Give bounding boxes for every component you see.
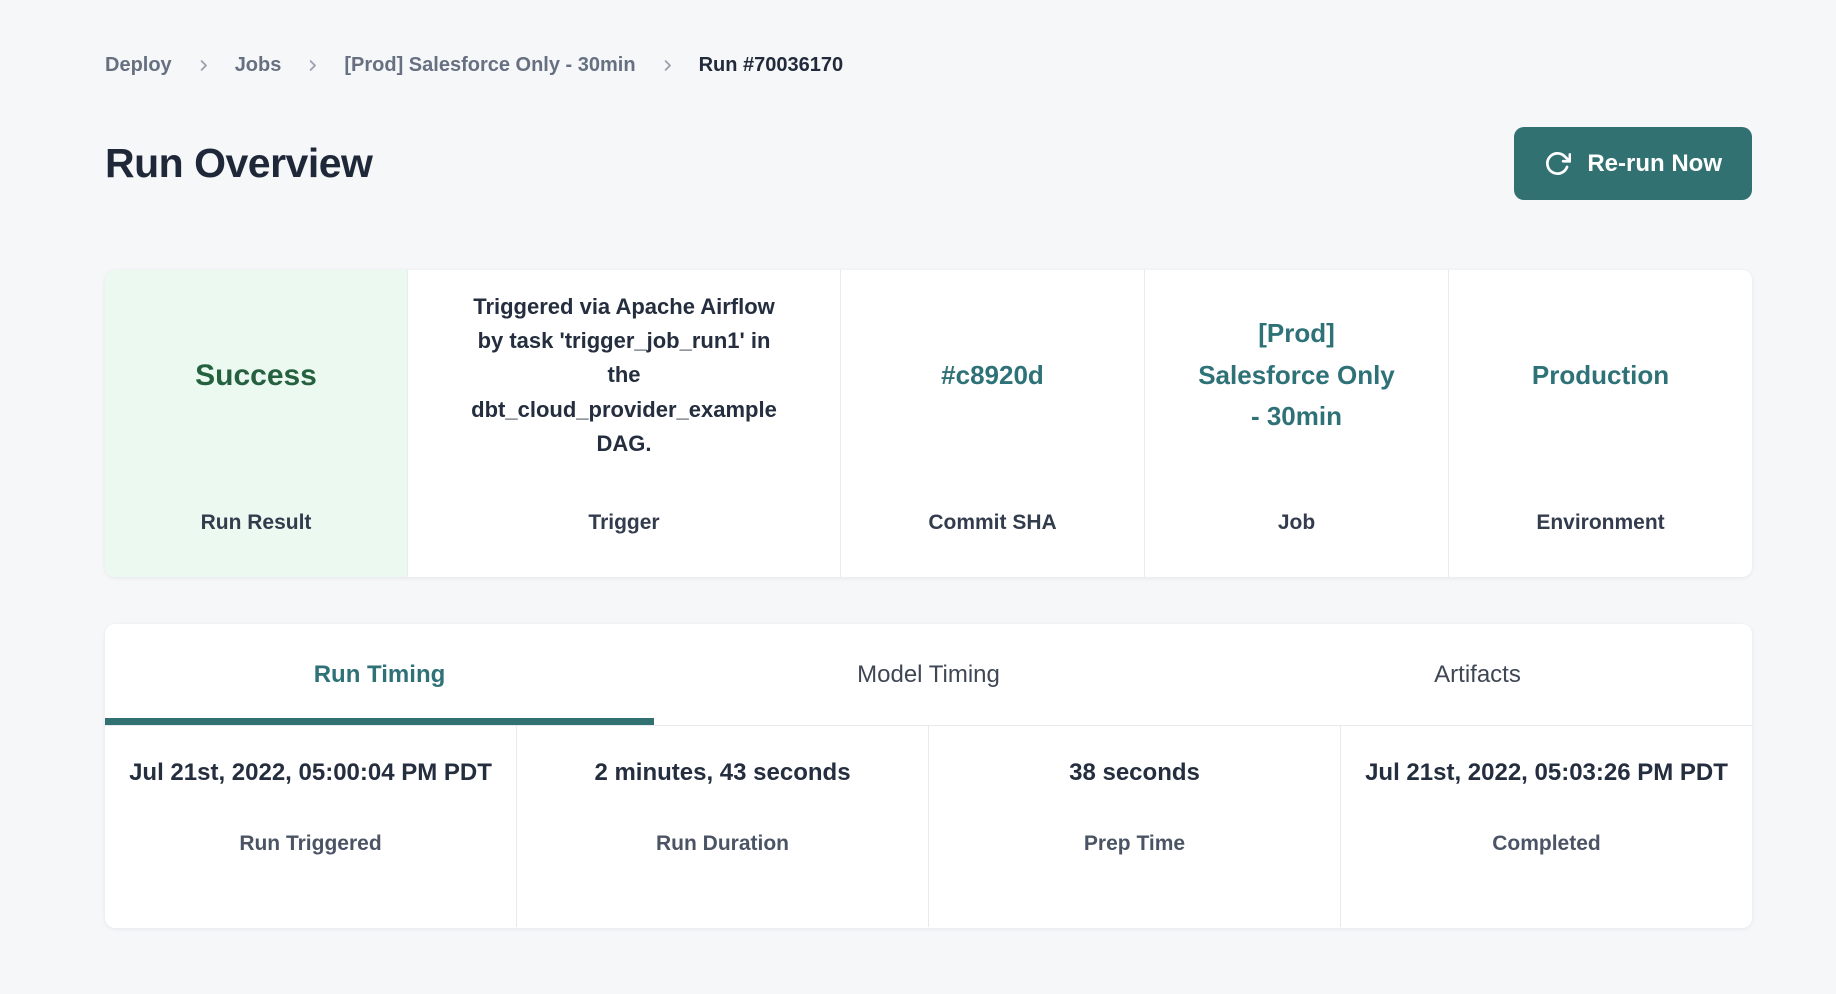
run-result-cell: Success Run Result: [105, 270, 408, 577]
chevron-right-icon: [196, 58, 211, 73]
trigger-cell: Triggered via Apache Airflow by task 'tr…: [408, 270, 841, 577]
run-overview-card: Success Run Result Triggered via Apache …: [105, 270, 1752, 577]
run-result-label: Run Result: [105, 511, 407, 535]
run-triggered-label: Run Triggered: [105, 832, 516, 856]
tab-model-timing[interactable]: Model Timing: [654, 624, 1203, 725]
run-duration-value: 2 minutes, 43 seconds: [517, 756, 928, 828]
job-cell: [Prod] Salesforce Only - 30min Job: [1145, 270, 1449, 577]
active-tab-underline: [105, 718, 654, 725]
run-duration-label: Run Duration: [517, 832, 928, 856]
page-container: Deploy Jobs [Prod] Salesforce Only - 30m…: [105, 0, 1752, 928]
run-triggered-value: Jul 21st, 2022, 05:00:04 PM PDT: [105, 756, 516, 828]
breadcrumb-item-jobs[interactable]: Jobs: [235, 54, 282, 77]
tab-bar: Run Timing Model Timing Artifacts: [105, 624, 1752, 726]
rotate-cw-icon: [1544, 150, 1571, 177]
prep-time-value: 38 seconds: [929, 756, 1340, 828]
commit-sha-cell: #c8920d Commit SHA: [841, 270, 1145, 577]
breadcrumb-item-job-name[interactable]: [Prod] Salesforce Only - 30min: [344, 54, 635, 77]
prep-time-label: Prep Time: [929, 832, 1340, 856]
page-title: Run Overview: [105, 141, 372, 186]
chevron-right-icon: [660, 58, 675, 73]
completed-value: Jul 21st, 2022, 05:03:26 PM PDT: [1341, 756, 1752, 828]
commit-sha-link[interactable]: #c8920d: [941, 355, 1044, 397]
rerun-now-label: Re-run Now: [1587, 150, 1722, 178]
run-duration-cell: 2 minutes, 43 seconds Run Duration: [517, 726, 929, 927]
prep-time-cell: 38 seconds Prep Time: [929, 726, 1341, 927]
breadcrumb: Deploy Jobs [Prod] Salesforce Only - 30m…: [105, 0, 1752, 77]
breadcrumb-item-deploy[interactable]: Deploy: [105, 54, 172, 77]
run-result-value: Success: [195, 359, 317, 393]
completed-label: Completed: [1341, 832, 1752, 856]
rerun-now-button[interactable]: Re-run Now: [1514, 127, 1752, 200]
chevron-right-icon: [305, 58, 320, 73]
environment-label: Environment: [1449, 511, 1752, 535]
commit-sha-label: Commit SHA: [841, 511, 1144, 535]
run-timing-card: Run Timing Model Timing Artifacts Jul 21…: [105, 624, 1752, 928]
tab-run-timing[interactable]: Run Timing: [105, 624, 654, 725]
trigger-value: Triggered via Apache Airflow by task 'tr…: [471, 290, 777, 460]
page-header: Run Overview Re-run Now: [105, 127, 1752, 200]
trigger-label: Trigger: [408, 511, 840, 535]
run-timing-panel: Jul 21st, 2022, 05:00:04 PM PDT Run Trig…: [105, 726, 1752, 927]
run-triggered-cell: Jul 21st, 2022, 05:00:04 PM PDT Run Trig…: [105, 726, 517, 927]
environment-link[interactable]: Production: [1532, 355, 1669, 397]
completed-cell: Jul 21st, 2022, 05:03:26 PM PDT Complete…: [1341, 726, 1752, 927]
job-link[interactable]: [Prod] Salesforce Only - 30min: [1198, 313, 1395, 438]
breadcrumb-item-run-number: Run #70036170: [699, 54, 844, 77]
environment-cell: Production Environment: [1449, 270, 1752, 577]
tab-artifacts[interactable]: Artifacts: [1203, 624, 1752, 725]
job-label: Job: [1145, 511, 1448, 535]
